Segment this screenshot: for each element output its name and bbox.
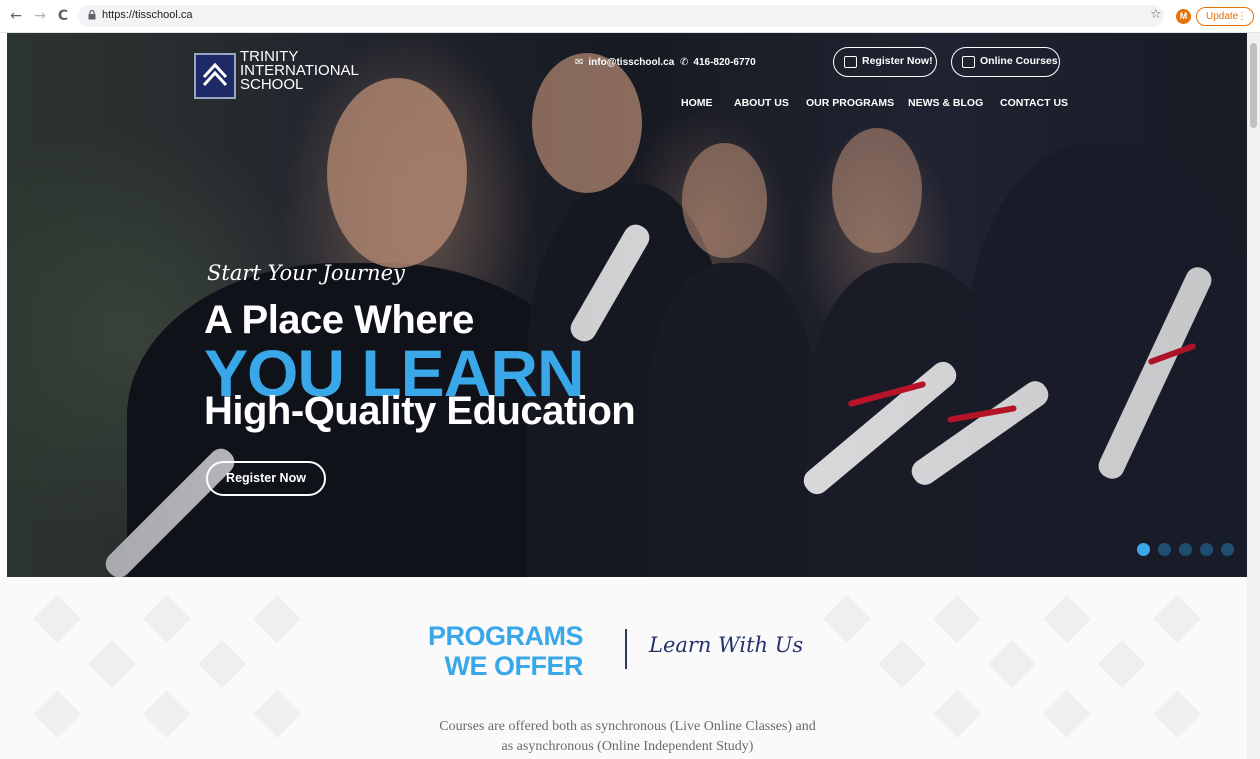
forward-arrow-icon[interactable]: → — [32, 8, 48, 24]
nav-home[interactable]: HOME — [681, 97, 713, 109]
programs-description: Courses are offered both as synchronous … — [300, 717, 955, 757]
background-diamond — [1042, 594, 1092, 644]
hero-script-tagline: Start Your Journey — [207, 261, 405, 285]
background-diamond — [252, 594, 302, 644]
register-now-header-label: Register Now! — [862, 55, 933, 67]
email-text: info@tisschool.ca — [588, 57, 675, 68]
profile-avatar[interactable]: M — [1176, 9, 1191, 24]
slider-dot[interactable] — [1158, 543, 1171, 556]
background-diamond — [197, 639, 247, 689]
hero-slider: TRINITY INTERNATIONAL SCHOOL ✉ info@tissc… — [7, 33, 1247, 577]
hero-headline-line3: High-Quality Education — [204, 389, 636, 433]
background-diamond — [1097, 639, 1147, 689]
background-diamond — [32, 594, 82, 644]
register-document-icon — [844, 56, 857, 68]
logo-emblem-icon — [202, 62, 228, 87]
reload-icon[interactable]: C — [55, 8, 71, 24]
back-arrow-icon[interactable]: ← — [8, 8, 24, 24]
phone-text: 416-820-6770 — [693, 57, 756, 68]
hero-overlay — [7, 33, 1247, 577]
slider-dot[interactable] — [1179, 543, 1192, 556]
register-now-header-button[interactable]: Register Now! — [833, 47, 937, 77]
nav-our-programs[interactable]: OUR PROGRAMS — [806, 97, 894, 109]
nav-news-blog[interactable]: NEWS & BLOG — [908, 97, 983, 109]
slider-dot[interactable] — [1221, 543, 1234, 556]
programs-description-line1: Courses are offered both as synchronous … — [439, 719, 816, 734]
logo-line-3: SCHOOL — [240, 76, 304, 93]
address-bar[interactable]: https://tisschool.ca — [78, 5, 1164, 27]
school-logo-text[interactable]: TRINITY INTERNATIONAL SCHOOL — [240, 49, 359, 93]
background-diamond — [987, 639, 1037, 689]
url-text: https://tisschool.ca — [102, 9, 193, 21]
background-diamond — [1042, 689, 1092, 739]
phone-icon: ✆ — [680, 57, 689, 68]
programs-title-line2: WE OFFER — [444, 651, 584, 681]
nav-about-us[interactable]: ABOUT US — [734, 97, 789, 109]
online-courses-button[interactable]: Online Courses — [951, 47, 1060, 77]
background-diamond — [32, 689, 82, 739]
kebab-menu-icon: ⋮ — [1237, 11, 1247, 22]
browser-toolbar: ← → C https://tisschool.ca ☆ M Update ⋮ — [0, 0, 1260, 33]
nav-contact-us[interactable]: CONTACT US — [1000, 97, 1068, 109]
online-courses-label: Online Courses — [980, 55, 1058, 67]
scrollbar-thumb[interactable] — [1250, 43, 1257, 128]
school-logo-mark[interactable] — [194, 53, 236, 99]
background-diamond — [142, 594, 192, 644]
programs-title: PROGRAMS WE OFFER — [428, 621, 584, 681]
background-diamond — [142, 689, 192, 739]
phone-link[interactable]: ✆ 416-820-6770 — [680, 57, 756, 68]
lock-icon — [88, 10, 96, 20]
background-diamond — [1152, 689, 1202, 739]
background-diamond — [822, 594, 872, 644]
update-button[interactable]: Update ⋮ — [1196, 7, 1254, 26]
slider-dot[interactable] — [1200, 543, 1213, 556]
slider-dot[interactable] — [1137, 543, 1150, 556]
update-label: Update — [1206, 11, 1239, 22]
bookmark-star-icon[interactable]: ☆ — [1150, 7, 1166, 25]
programs-script-tagline: Learn With Us — [649, 633, 804, 657]
background-diamond — [1152, 594, 1202, 644]
monitor-icon — [962, 56, 975, 68]
envelope-icon: ✉ — [575, 57, 584, 68]
background-diamond — [252, 689, 302, 739]
programs-title-line1: PROGRAMS — [428, 621, 584, 651]
email-link[interactable]: ✉ info@tisschool.ca — [575, 57, 674, 68]
programs-description-line2: as asynchronous (Online Independent Stud… — [501, 739, 754, 754]
programs-section: PROGRAMS WE OFFER Learn With Us Courses … — [0, 577, 1247, 759]
title-divider — [625, 629, 627, 669]
background-diamond — [877, 639, 927, 689]
background-diamond — [87, 639, 137, 689]
register-now-hero-button[interactable]: Register Now — [206, 461, 326, 496]
background-diamond — [932, 594, 982, 644]
page-scrollbar[interactable] — [1247, 33, 1260, 759]
